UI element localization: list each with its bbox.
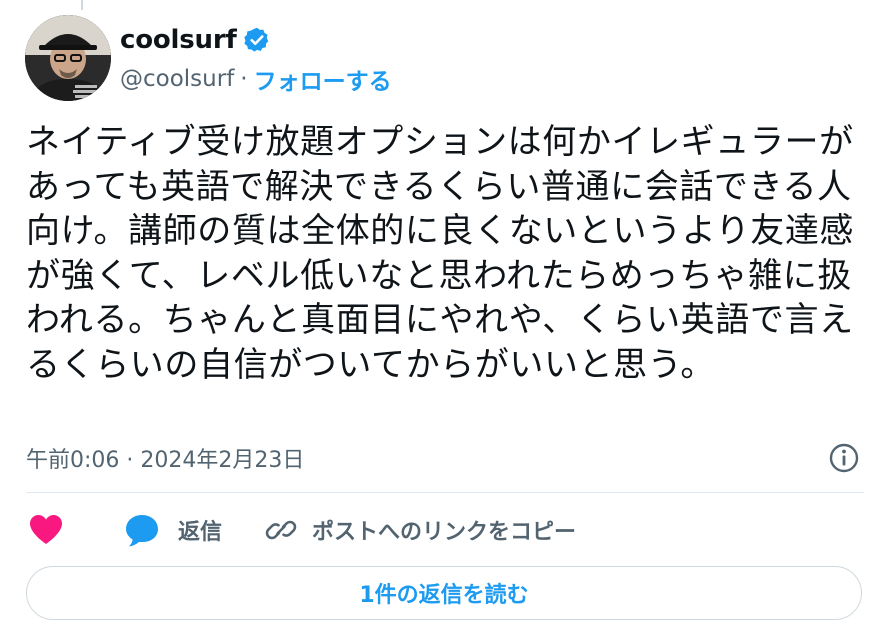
like-button[interactable] xyxy=(26,510,66,550)
info-icon[interactable] xyxy=(826,440,862,476)
user-handle[interactable]: @coolsurf xyxy=(120,66,234,92)
display-name-row: coolsurf xyxy=(120,20,271,60)
read-replies-label: 1件の返信を読む xyxy=(359,583,529,608)
tweet-timestamp[interactable]: 午前0:06 · 2024年2月23日 xyxy=(26,442,304,474)
speech-bubble-icon xyxy=(122,510,162,550)
copy-link-label: ポストへのリンクをコピー xyxy=(312,520,577,545)
tweet-text: ネイティブ受け放題オプションは何かイレギュラーがあっても英語で解決できるくらい普… xyxy=(26,122,855,385)
handle-row: @coolsurf · フォローする xyxy=(120,62,392,96)
verified-badge-icon xyxy=(243,26,271,54)
reply-label: 返信 xyxy=(178,520,223,545)
reply-button[interactable]: 返信 xyxy=(122,510,222,550)
display-name[interactable]: coolsurf xyxy=(120,25,237,55)
read-replies-button[interactable]: 1件の返信を読む xyxy=(26,566,862,620)
copy-link-button[interactable]: ポストへのリンクをコピー xyxy=(262,511,576,549)
heart-icon xyxy=(26,510,66,550)
divider xyxy=(26,492,864,493)
link-icon xyxy=(262,511,300,549)
thread-connector-line xyxy=(81,0,83,10)
follow-button[interactable]: フォローする xyxy=(254,62,392,96)
avatar[interactable] xyxy=(25,15,111,101)
action-bar: 返信 ポストへのリンクをコピー xyxy=(26,508,576,552)
separator-dot: · xyxy=(240,66,248,92)
tweet-timestamp-row: 午前0:06 · 2024年2月23日 xyxy=(26,440,304,476)
